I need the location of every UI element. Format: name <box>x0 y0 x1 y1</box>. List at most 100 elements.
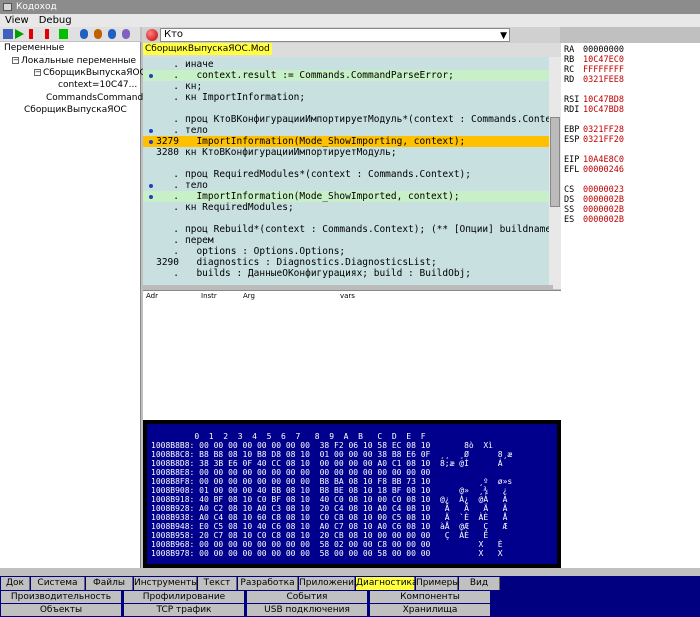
col-instr: Instr <box>201 292 217 300</box>
hex-row[interactable]: 1008B8F8: 00 00 00 00 00 00 00 00 B8 BA … <box>151 477 517 486</box>
breakpoint-marker-icon[interactable] <box>149 184 153 188</box>
tab-2[interactable]: Файлы <box>86 577 133 590</box>
chevron-down-icon[interactable]: ▼ <box>500 30 507 42</box>
subtab-3[interactable]: Компоненты <box>370 591 490 603</box>
line-number: . <box>173 268 179 279</box>
code-line[interactable]: . context.result := Commands.CommandPars… <box>143 70 549 81</box>
code-line[interactable]: . builds : ДанныеОКонфигурациях; build :… <box>143 268 549 279</box>
hex-row[interactable]: 1008B938: A0 C4 08 10 60 C8 08 10 C0 C8 … <box>151 513 517 522</box>
register-name: EFL <box>564 165 580 175</box>
code-line[interactable]: 3290 diagnostics : Diagnostics.Diagnosti… <box>143 257 549 268</box>
register-name: RC <box>564 65 575 75</box>
tab-7[interactable]: Диагностика <box>356 577 418 590</box>
breakpoint-marker-icon[interactable] <box>149 195 153 199</box>
source-vscrollbar[interactable] <box>549 57 561 289</box>
register-value: 00000000 <box>583 45 624 55</box>
code-line[interactable]: . перем <box>143 235 549 246</box>
tab-9[interactable]: Вид <box>459 577 500 590</box>
hex-row[interactable]: 1008B918: 40 BF 08 10 C0 BF 08 10 40 C0 … <box>151 495 517 504</box>
code-line[interactable] <box>143 158 549 169</box>
tab-5[interactable]: Разработка <box>238 577 298 590</box>
pause-icon[interactable] <box>59 29 68 39</box>
line-text: тело <box>185 125 208 136</box>
subtab-5[interactable]: TCP трафик <box>124 604 244 616</box>
hex-row[interactable]: 1008B968: 00 00 00 00 00 00 00 00 58 02 … <box>151 540 517 549</box>
break-icon[interactable] <box>29 29 33 39</box>
breakpoint-marker-icon[interactable] <box>149 74 153 78</box>
disassembly-header: Adr Instr Arg vars <box>143 291 561 300</box>
tree-node-label: context=10C47... <box>58 80 138 90</box>
tree-node-context[interactable]: context=10C47... <box>58 80 137 91</box>
breakpoint-icon[interactable] <box>146 29 158 41</box>
procedure-select[interactable]: Кто ▼ <box>160 28 510 42</box>
tab-0[interactable]: Док <box>1 577 30 590</box>
hex-row[interactable]: 1008B8D8: 38 3B E6 0F 40 CC 08 10 00 00 … <box>151 459 507 468</box>
tab-4[interactable]: Текст <box>198 577 237 590</box>
tree-node-module[interactable]: − СборщикВыпускаЯОС <box>34 68 146 79</box>
tab-3[interactable]: Инструменты <box>134 577 198 590</box>
tab-6[interactable]: Приложения <box>299 577 359 590</box>
collapse-icon[interactable]: − <box>34 69 41 76</box>
step-into-icon[interactable] <box>80 29 88 39</box>
code-line[interactable] <box>143 103 549 114</box>
line-number: . <box>173 246 179 257</box>
hex-row[interactable]: 1008B958: 20 C7 08 10 C0 C8 08 10 20 CB … <box>151 531 517 540</box>
breakpoint-marker-icon[interactable] <box>149 140 153 144</box>
subtab-0[interactable]: Производительность <box>1 591 121 603</box>
hex-row[interactable]: 1008B948: E0 C5 08 10 40 C6 08 10 A0 C7 … <box>151 522 517 531</box>
hex-row[interactable]: 1008B978: 00 00 00 00 00 00 00 00 58 00 … <box>151 549 517 558</box>
code-line[interactable]: . кн RequiredModules; <box>143 202 549 213</box>
line-number: . <box>173 202 179 213</box>
memory-dump[interactable]: 0 1 2 3 4 5 6 7 8 9 A B C D E F 1008B8B8:… <box>147 424 557 564</box>
tree-node-label: СборщикВыпускаЯОС <box>24 105 127 115</box>
code-line[interactable]: . ImportInformation(Mode_ShowImported, c… <box>143 191 549 202</box>
window-title: Кодоход <box>16 2 57 12</box>
code-line[interactable]: 3280 кн КтоВКонфигурацииИмпортируетМодуль… <box>143 147 549 158</box>
tree-node-globals[interactable]: СборщикВыпускаЯОС <box>24 105 127 116</box>
code-line[interactable]: . кн; <box>143 81 549 92</box>
scroll-thumb[interactable] <box>550 117 560 207</box>
code-line[interactable]: . проц RequiredModules*(context : Command… <box>143 169 549 180</box>
code-line[interactable]: . options : Options.Options; <box>143 246 549 257</box>
code-line[interactable] <box>143 213 549 224</box>
tab-8[interactable]: Примеры <box>416 577 459 590</box>
subtab-4[interactable]: Объекты <box>1 604 121 616</box>
source-code[interactable]: . иначе. context.result := Commands.Comma… <box>143 57 561 289</box>
tree-node-locals[interactable]: − Локальные переменные <box>12 56 136 67</box>
menu-debug[interactable]: Debug <box>34 15 77 26</box>
stop-icon[interactable] <box>45 29 49 39</box>
breakpoint-marker-icon[interactable] <box>149 129 153 133</box>
tab-1[interactable]: Система <box>31 577 85 590</box>
subtab-2[interactable]: События <box>247 591 367 603</box>
subtab-1[interactable]: Профилирование <box>124 591 244 603</box>
step-over-icon[interactable] <box>94 29 102 39</box>
collapse-icon[interactable]: − <box>12 57 19 64</box>
line-text: проц КтоВКонфигурацииИмпортируетМодуль*(… <box>185 114 561 125</box>
code-line[interactable]: . тело <box>143 125 549 136</box>
code-line[interactable]: 3279 ImportInformation(Mode_ShowImportin… <box>143 136 549 147</box>
step-icon[interactable] <box>3 29 13 39</box>
code-line[interactable]: . иначе <box>143 59 549 70</box>
hex-row[interactable]: 1008B908: 01 00 00 00 40 BB 08 10 B8 BE … <box>151 486 517 495</box>
source-panel: СборщикВыпускаЯОС.Mod . иначе. context.re… <box>143 43 561 289</box>
refresh-icon[interactable] <box>122 29 130 39</box>
code-line[interactable]: . кн ImportInformation; <box>143 92 549 103</box>
step-out-icon[interactable] <box>108 29 116 39</box>
hex-row[interactable]: 1008B928: A0 C2 08 10 A0 C3 08 10 20 C4 … <box>151 504 517 513</box>
app-icon <box>3 3 12 11</box>
subtab-6[interactable]: USB подключения <box>247 604 367 616</box>
subtab-7[interactable]: Хранилища <box>370 604 490 616</box>
run-icon[interactable] <box>15 29 24 39</box>
code-line[interactable]: . проц КтоВКонфигурацииИмпортируетМодуль*… <box>143 114 561 125</box>
line-text: иначе <box>185 59 214 70</box>
hex-row[interactable]: 1008B8E8: 00 00 00 00 00 00 00 00 00 00 … <box>151 468 507 477</box>
hex-header: 0 1 2 3 4 5 6 7 8 9 A B C D E F <box>151 432 426 441</box>
hex-row[interactable]: 1008B8B8: 00 00 00 00 00 00 00 00 38 F2 … <box>151 441 498 450</box>
menu-view[interactable]: View <box>0 15 34 26</box>
tree-node-commands[interactable]: CommandsCommands... <box>46 93 156 104</box>
hex-row[interactable]: 1008B8C8: B8 B8 08 10 B8 D8 08 10 01 00 … <box>151 450 512 459</box>
variables-tree: Переменные − Локальные переменные − Сборщи… <box>0 42 156 568</box>
code-line[interactable]: . проц Rebuild*(context : Commands.Contex… <box>143 224 551 235</box>
code-line[interactable]: . тело <box>143 180 549 191</box>
line-number: . <box>173 224 179 235</box>
